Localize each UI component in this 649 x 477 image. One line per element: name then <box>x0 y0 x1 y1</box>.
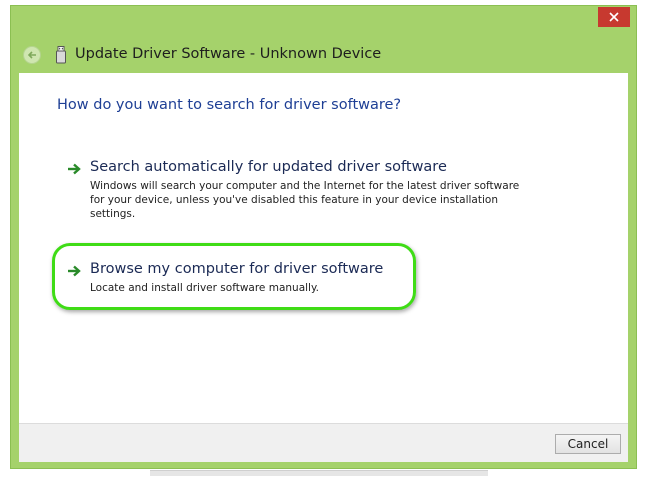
close-button[interactable] <box>598 7 630 27</box>
usb-device-icon <box>56 46 66 64</box>
green-arrow-icon <box>68 163 81 175</box>
screen: Update Driver Software - Unknown Device … <box>0 0 649 477</box>
cancel-button[interactable]: Cancel <box>555 434 621 454</box>
window-title: Update Driver Software - Unknown Device <box>75 46 382 62</box>
dialog-footer: Cancel <box>19 423 628 462</box>
background-window-edge <box>150 470 488 476</box>
content-area: How do you want to search for driver sof… <box>19 73 628 423</box>
update-driver-window: Update Driver Software - Unknown Device … <box>10 5 637 469</box>
close-icon <box>609 12 619 22</box>
description-line: Windows will search your computer and th… <box>90 180 520 192</box>
option-title: Search automatically for updated driver … <box>90 159 447 175</box>
back-button[interactable] <box>23 46 41 64</box>
back-arrow-icon <box>27 51 36 59</box>
option-description: Windows will search your computer and th… <box>90 179 519 221</box>
page-heading: How do you want to search for driver sof… <box>57 97 402 113</box>
description-line: for your device, unless you've disabled … <box>90 194 498 206</box>
highlight-annotation <box>52 243 416 310</box>
description-line: settings. <box>90 208 136 220</box>
title-bar: Update Driver Software - Unknown Device <box>11 39 636 69</box>
